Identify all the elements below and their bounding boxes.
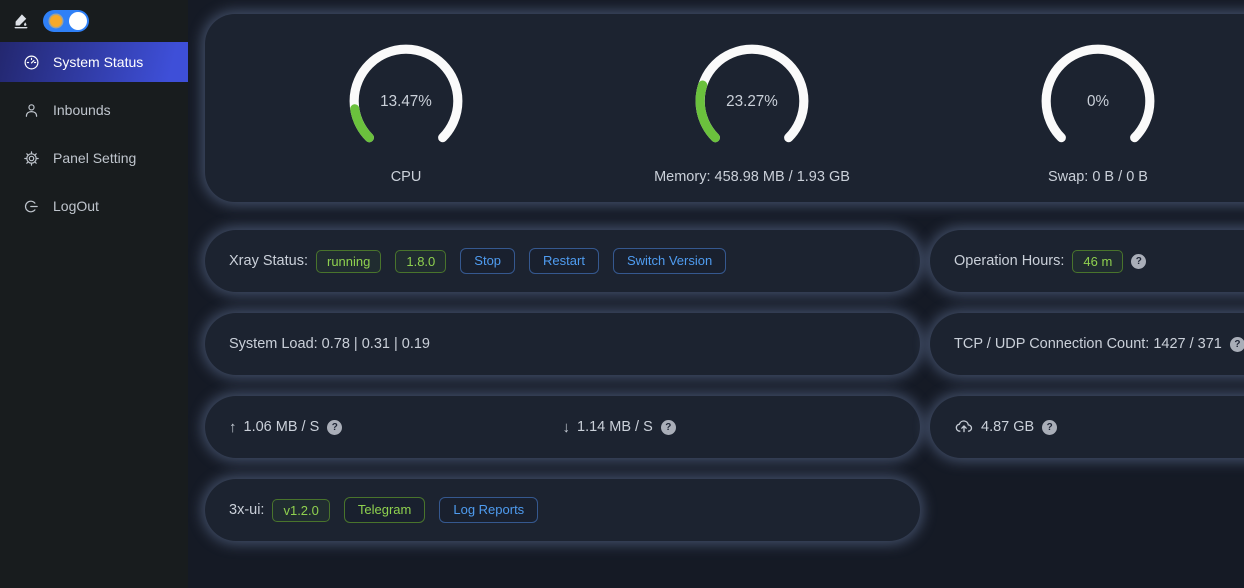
xray-running-badge: running (316, 250, 381, 273)
operation-hours-label: Operation Hours: (954, 253, 1064, 269)
upload-arrow-icon: ↑ (229, 419, 237, 436)
download-speed: ↓ 1.14 MB / S ? (563, 419, 897, 436)
connection-count-card: TCP / UDP Connection Count: 1427 / 371 ? (930, 313, 1244, 375)
question-icon[interactable]: ? (1230, 337, 1244, 352)
system-status-page: 13.47% CPU 23.27% Memory: 458.98 MB / 1.… (188, 0, 1244, 588)
question-icon[interactable]: ? (661, 420, 676, 435)
switch-version-button[interactable]: Switch Version (613, 248, 726, 274)
question-icon[interactable]: ? (1042, 420, 1057, 435)
cpu-label: CPU (391, 169, 422, 185)
total-traffic-card: 4.87 GB ? (930, 396, 1244, 458)
telegram-button[interactable]: Telegram (344, 497, 425, 523)
cpu-percent: 13.47% (380, 93, 432, 110)
sidebar-item-inbounds[interactable]: Inbounds (0, 90, 188, 130)
swap-gauge-ring: 0% (1037, 40, 1159, 162)
operation-hours-badge: 46 m (1072, 250, 1123, 273)
sidebar-item-label: Inbounds (53, 102, 111, 118)
sidebar: System Status Inbounds Panel Setting (0, 0, 188, 588)
sidebar-item-label: LogOut (53, 198, 99, 214)
question-icon[interactable]: ? (1131, 254, 1146, 269)
cpu-gauge-ring: 13.47% (345, 40, 467, 162)
sun-icon (50, 15, 62, 27)
sidebar-item-label: Panel Setting (53, 150, 136, 166)
memory-label: Memory: 458.98 MB / 1.93 GB (654, 169, 850, 185)
download-arrow-icon: ↓ (563, 419, 571, 436)
cpu-gauge: 13.47% CPU (233, 40, 579, 202)
sidebar-item-label: System Status (53, 54, 143, 70)
total-traffic-text: 4.87 GB (981, 419, 1034, 435)
system-load-text: System Load: 0.78 | 0.31 | 0.19 (229, 336, 430, 352)
log-reports-button[interactable]: Log Reports (439, 497, 538, 523)
swap-label: Swap: 0 B / 0 B (1048, 169, 1148, 185)
theme-colors-icon[interactable] (10, 10, 32, 32)
memory-percent: 23.27% (726, 93, 778, 110)
upload-speed-text: 1.06 MB / S (244, 419, 320, 435)
xray-status-card: Xray Status: running 1.8.0 Stop Restart … (205, 230, 920, 292)
network-speed-card: ↑ 1.06 MB / S ? ↓ 1.14 MB / S ? (205, 396, 920, 458)
upload-speed: ↑ 1.06 MB / S ? (229, 419, 563, 436)
question-icon[interactable]: ? (327, 420, 342, 435)
sidebar-header (0, 0, 188, 42)
xray-status-label: Xray Status: (229, 253, 308, 269)
sidebar-menu: System Status Inbounds Panel Setting (0, 42, 188, 226)
memory-gauge: 23.27% Memory: 458.98 MB / 1.93 GB (579, 40, 925, 202)
restart-button[interactable]: Restart (529, 248, 599, 274)
gear-icon (23, 150, 40, 167)
sidebar-item-panel-setting[interactable]: Panel Setting (0, 138, 188, 178)
memory-gauge-ring: 23.27% (691, 40, 813, 162)
connection-count-text: TCP / UDP Connection Count: 1427 / 371 (954, 336, 1222, 352)
xray-version-badge: 1.8.0 (395, 250, 446, 273)
logout-icon (23, 198, 40, 215)
cloud-upload-icon (954, 417, 974, 437)
toggle-knob (69, 12, 87, 30)
swap-percent: 0% (1087, 93, 1109, 110)
dark-theme-toggle[interactable] (43, 10, 89, 32)
download-speed-text: 1.14 MB / S (577, 419, 653, 435)
gauges-card: 13.47% CPU 23.27% Memory: 458.98 MB / 1.… (205, 14, 1244, 202)
app-info-label: 3x-ui: (229, 502, 264, 518)
sidebar-item-logout[interactable]: LogOut (0, 186, 188, 226)
app-info-card: 3x-ui: v1.2.0 Telegram Log Reports (205, 479, 920, 541)
dashboard-icon (23, 54, 40, 71)
system-load-card: System Load: 0.78 | 0.31 | 0.19 (205, 313, 920, 375)
panel-version-badge: v1.2.0 (272, 499, 329, 522)
operation-hours-card: Operation Hours: 46 m ? (930, 230, 1244, 292)
sidebar-item-system-status[interactable]: System Status (0, 42, 188, 82)
swap-gauge: 0% Swap: 0 B / 0 B (925, 40, 1244, 202)
stop-button[interactable]: Stop (460, 248, 515, 274)
user-icon (23, 102, 40, 119)
